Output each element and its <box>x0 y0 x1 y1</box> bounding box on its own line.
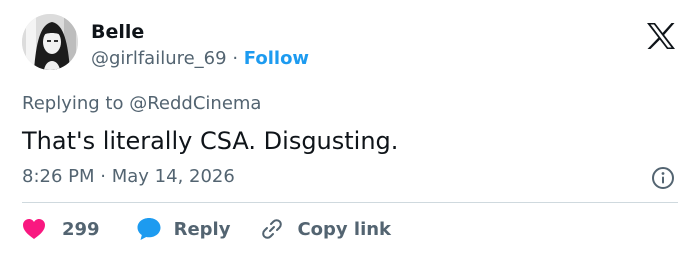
x-logo-icon[interactable] <box>646 22 676 50</box>
divider <box>22 202 678 203</box>
info-icon[interactable] <box>651 166 675 190</box>
tweet-timestamp[interactable]: 8:26 PM · May 14, 2026 <box>22 165 235 189</box>
speech-bubble-icon <box>136 217 162 241</box>
handle-separator: · <box>232 48 239 69</box>
author-handle-line: @girlfailure_69 · Follow <box>91 47 309 71</box>
copy-link-label: Copy link <box>297 218 392 240</box>
author-name[interactable]: Belle <box>91 20 144 44</box>
reply-prefix: Replying to <box>22 93 124 114</box>
like-count: 299 <box>62 218 100 240</box>
author-handle[interactable]: @girlfailure_69 <box>91 48 227 69</box>
avatar[interactable] <box>22 14 78 70</box>
reply-mention[interactable]: @ReddCinema <box>129 93 261 114</box>
copy-link-button[interactable]: Copy link <box>260 217 391 241</box>
reply-button[interactable]: Reply <box>136 217 231 241</box>
timestamp-separator: · <box>100 166 106 187</box>
reply-label: Reply <box>173 218 231 240</box>
tweet-time: 8:26 PM <box>22 166 95 187</box>
link-icon <box>260 217 284 241</box>
action-bar: 299 Reply Copy link <box>22 215 391 243</box>
tweet-date: May 14, 2026 <box>111 166 235 187</box>
reply-context: Replying to @ReddCinema <box>22 92 261 116</box>
follow-button[interactable]: Follow <box>244 48 309 69</box>
heart-icon <box>22 218 46 240</box>
tweet-text: That's literally CSA. Disgusting. <box>22 127 399 155</box>
like-button[interactable]: 299 <box>22 218 100 240</box>
